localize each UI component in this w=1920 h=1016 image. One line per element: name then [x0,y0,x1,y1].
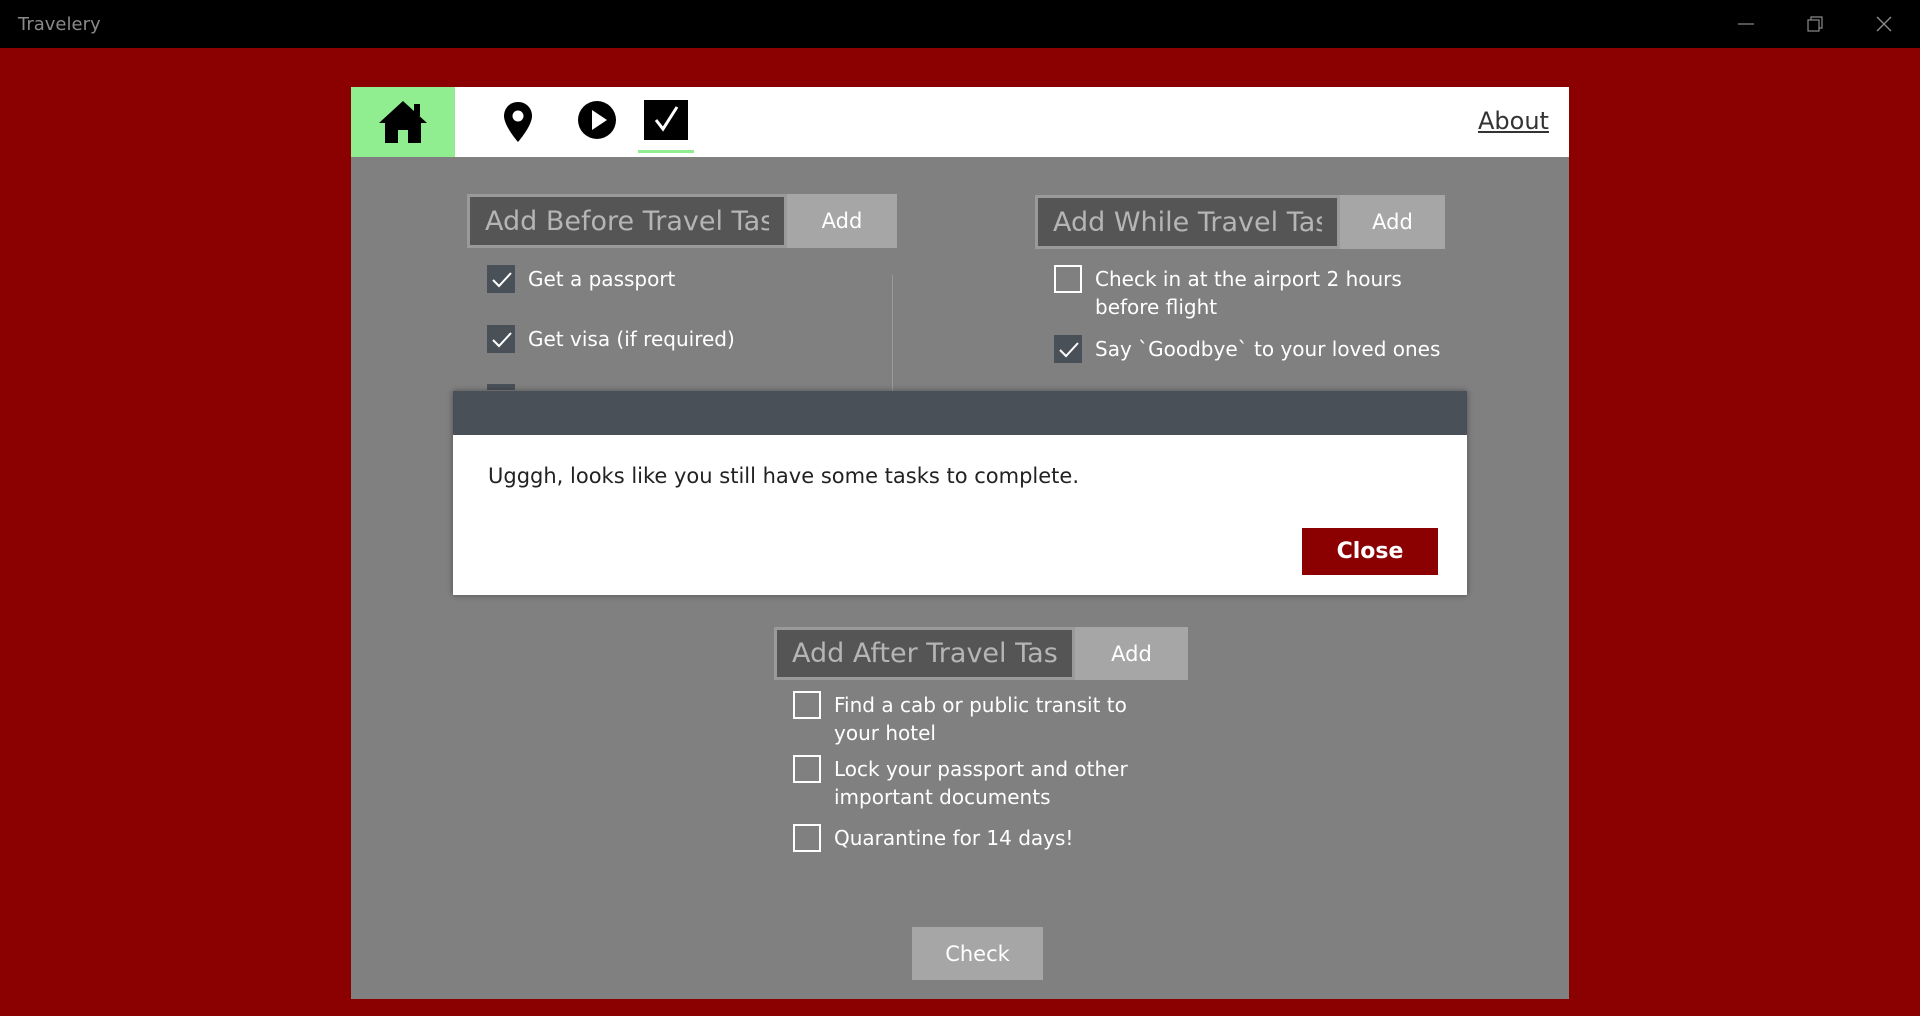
dialog-close-button[interactable]: Close [1302,528,1438,575]
while-add-button[interactable]: Add [1340,195,1445,249]
title-bar: Travelery [0,0,1920,48]
task-checkbox[interactable] [1054,335,1082,363]
task-checkbox[interactable] [793,755,821,783]
task-checkbox[interactable] [487,265,515,293]
task-checkbox[interactable] [793,824,821,852]
close-icon [1876,16,1892,32]
home-icon [379,101,427,143]
restore-button[interactable] [1781,0,1849,48]
task-label: Get a passport [528,267,676,291]
nav-location-button[interactable] [493,87,543,157]
nav-tasks-button[interactable] [638,87,694,157]
task-label: Check in at the airport 2 hours before f… [1095,267,1402,319]
task-checkbox-partial [487,384,515,390]
checkbox-icon [644,100,688,140]
task-label: Lock your passport and other important d… [834,757,1128,809]
minimize-icon [1738,23,1754,25]
checkmark-icon [1059,342,1079,358]
while-task-input[interactable] [1035,195,1340,249]
restore-icon [1807,16,1823,32]
before-add-button[interactable]: Add [787,194,897,248]
task-label: Get visa (if required) [528,327,735,351]
minimize-button[interactable] [1712,0,1780,48]
after-task-input[interactable] [774,627,1075,680]
play-icon [578,101,616,139]
divider [892,275,893,395]
task-checkbox[interactable] [1054,265,1082,293]
close-window-button[interactable] [1850,0,1918,48]
about-link[interactable]: About [1478,107,1549,135]
location-pin-icon [504,102,532,142]
nav-home-button[interactable] [351,87,455,157]
checkmark-icon [492,272,512,288]
app-title: Travelery [18,14,101,35]
task-label: Quarantine for 14 days! [834,826,1074,850]
task-label: Say `Goodbye` to your loved ones [1095,337,1441,361]
check-button[interactable]: Check [912,927,1043,980]
after-add-button[interactable]: Add [1075,627,1188,680]
nav-selected-indicator [638,150,694,153]
task-label: Find a cab or public transit to your hot… [834,693,1127,745]
nav-bar: About [351,87,1569,157]
task-checkbox[interactable] [793,691,821,719]
checkmark-icon [492,332,512,348]
dialog-header [453,391,1467,435]
before-task-input[interactable] [467,194,787,248]
task-checkbox[interactable] [487,325,515,353]
nav-play-button[interactable] [570,87,620,157]
message-dialog: Ugggh, looks like you still have some ta… [453,391,1467,595]
dialog-message: Ugggh, looks like you still have some ta… [488,464,1080,488]
